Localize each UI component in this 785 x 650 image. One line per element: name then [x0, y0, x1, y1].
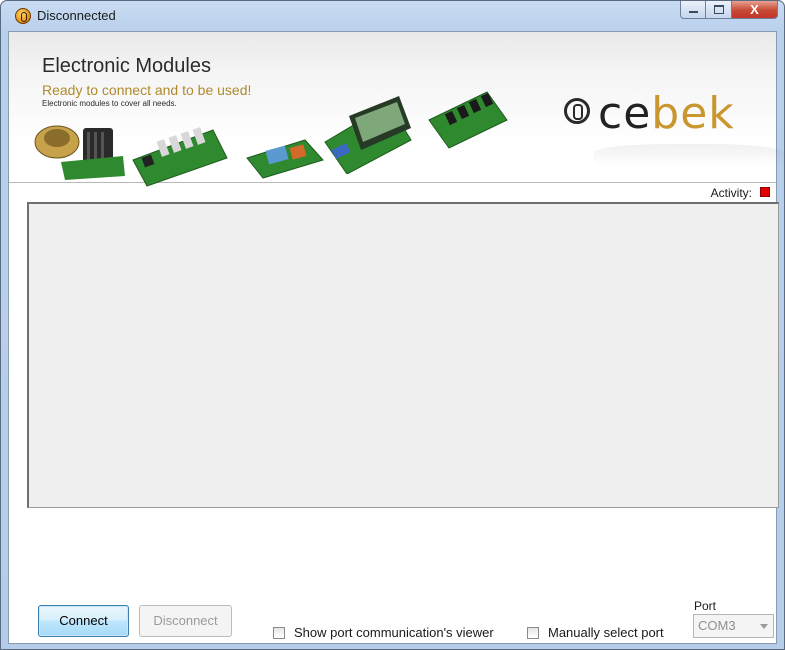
communication-log-area[interactable]: [27, 202, 779, 508]
multi-channel-board-image: [428, 91, 508, 149]
connect-button[interactable]: Connect: [38, 605, 129, 637]
window-title: Disconnected: [37, 8, 116, 23]
close-button[interactable]: X: [732, 1, 778, 19]
maximize-button[interactable]: [706, 1, 732, 19]
lcd-display-module-image: [324, 96, 412, 174]
title-bar[interactable]: Disconnected X: [1, 1, 784, 31]
cebek-logo-icon: [564, 98, 590, 124]
caption-buttons: X: [680, 1, 778, 21]
checkbox-box[interactable]: [273, 626, 285, 639]
logo-reflection: [594, 144, 784, 166]
show-viewer-checkbox[interactable]: Show port communication's viewer: [273, 625, 494, 640]
logo-text: cebek: [598, 88, 735, 139]
chevron-down-icon[interactable]: [760, 624, 768, 629]
header-banner: Electronic Modules Ready to connect and …: [9, 32, 784, 187]
activity-indicator: [760, 187, 770, 197]
manual-port-checkbox[interactable]: Manually select port: [527, 625, 664, 640]
port-value: COM3: [698, 618, 736, 633]
banner-title: Electronic Modules: [42, 55, 211, 77]
transformer-module-image: [34, 125, 125, 180]
banner-subtitle: Ready to connect and to be used!: [42, 82, 252, 98]
relay-module-image: [246, 139, 324, 179]
disconnect-button[interactable]: Disconnect: [139, 605, 232, 637]
minimize-button[interactable]: [680, 1, 706, 19]
relay-board-image: [132, 127, 228, 187]
banner-description: Electronic modules to cover all needs.: [42, 99, 177, 108]
client-area: Electronic Modules Ready to connect and …: [8, 31, 784, 644]
show-viewer-label: Show port communication's viewer: [294, 625, 494, 640]
app-window: Disconnected X Electronic Modules Ready …: [0, 0, 785, 650]
port-label: Port: [694, 599, 717, 613]
manual-port-label: Manually select port: [548, 625, 664, 640]
app-icon[interactable]: [15, 8, 31, 24]
port-select[interactable]: COM3: [693, 614, 774, 638]
checkbox-box[interactable]: [527, 626, 539, 639]
activity-label: Activity:: [710, 186, 752, 200]
close-icon: X: [750, 2, 759, 17]
